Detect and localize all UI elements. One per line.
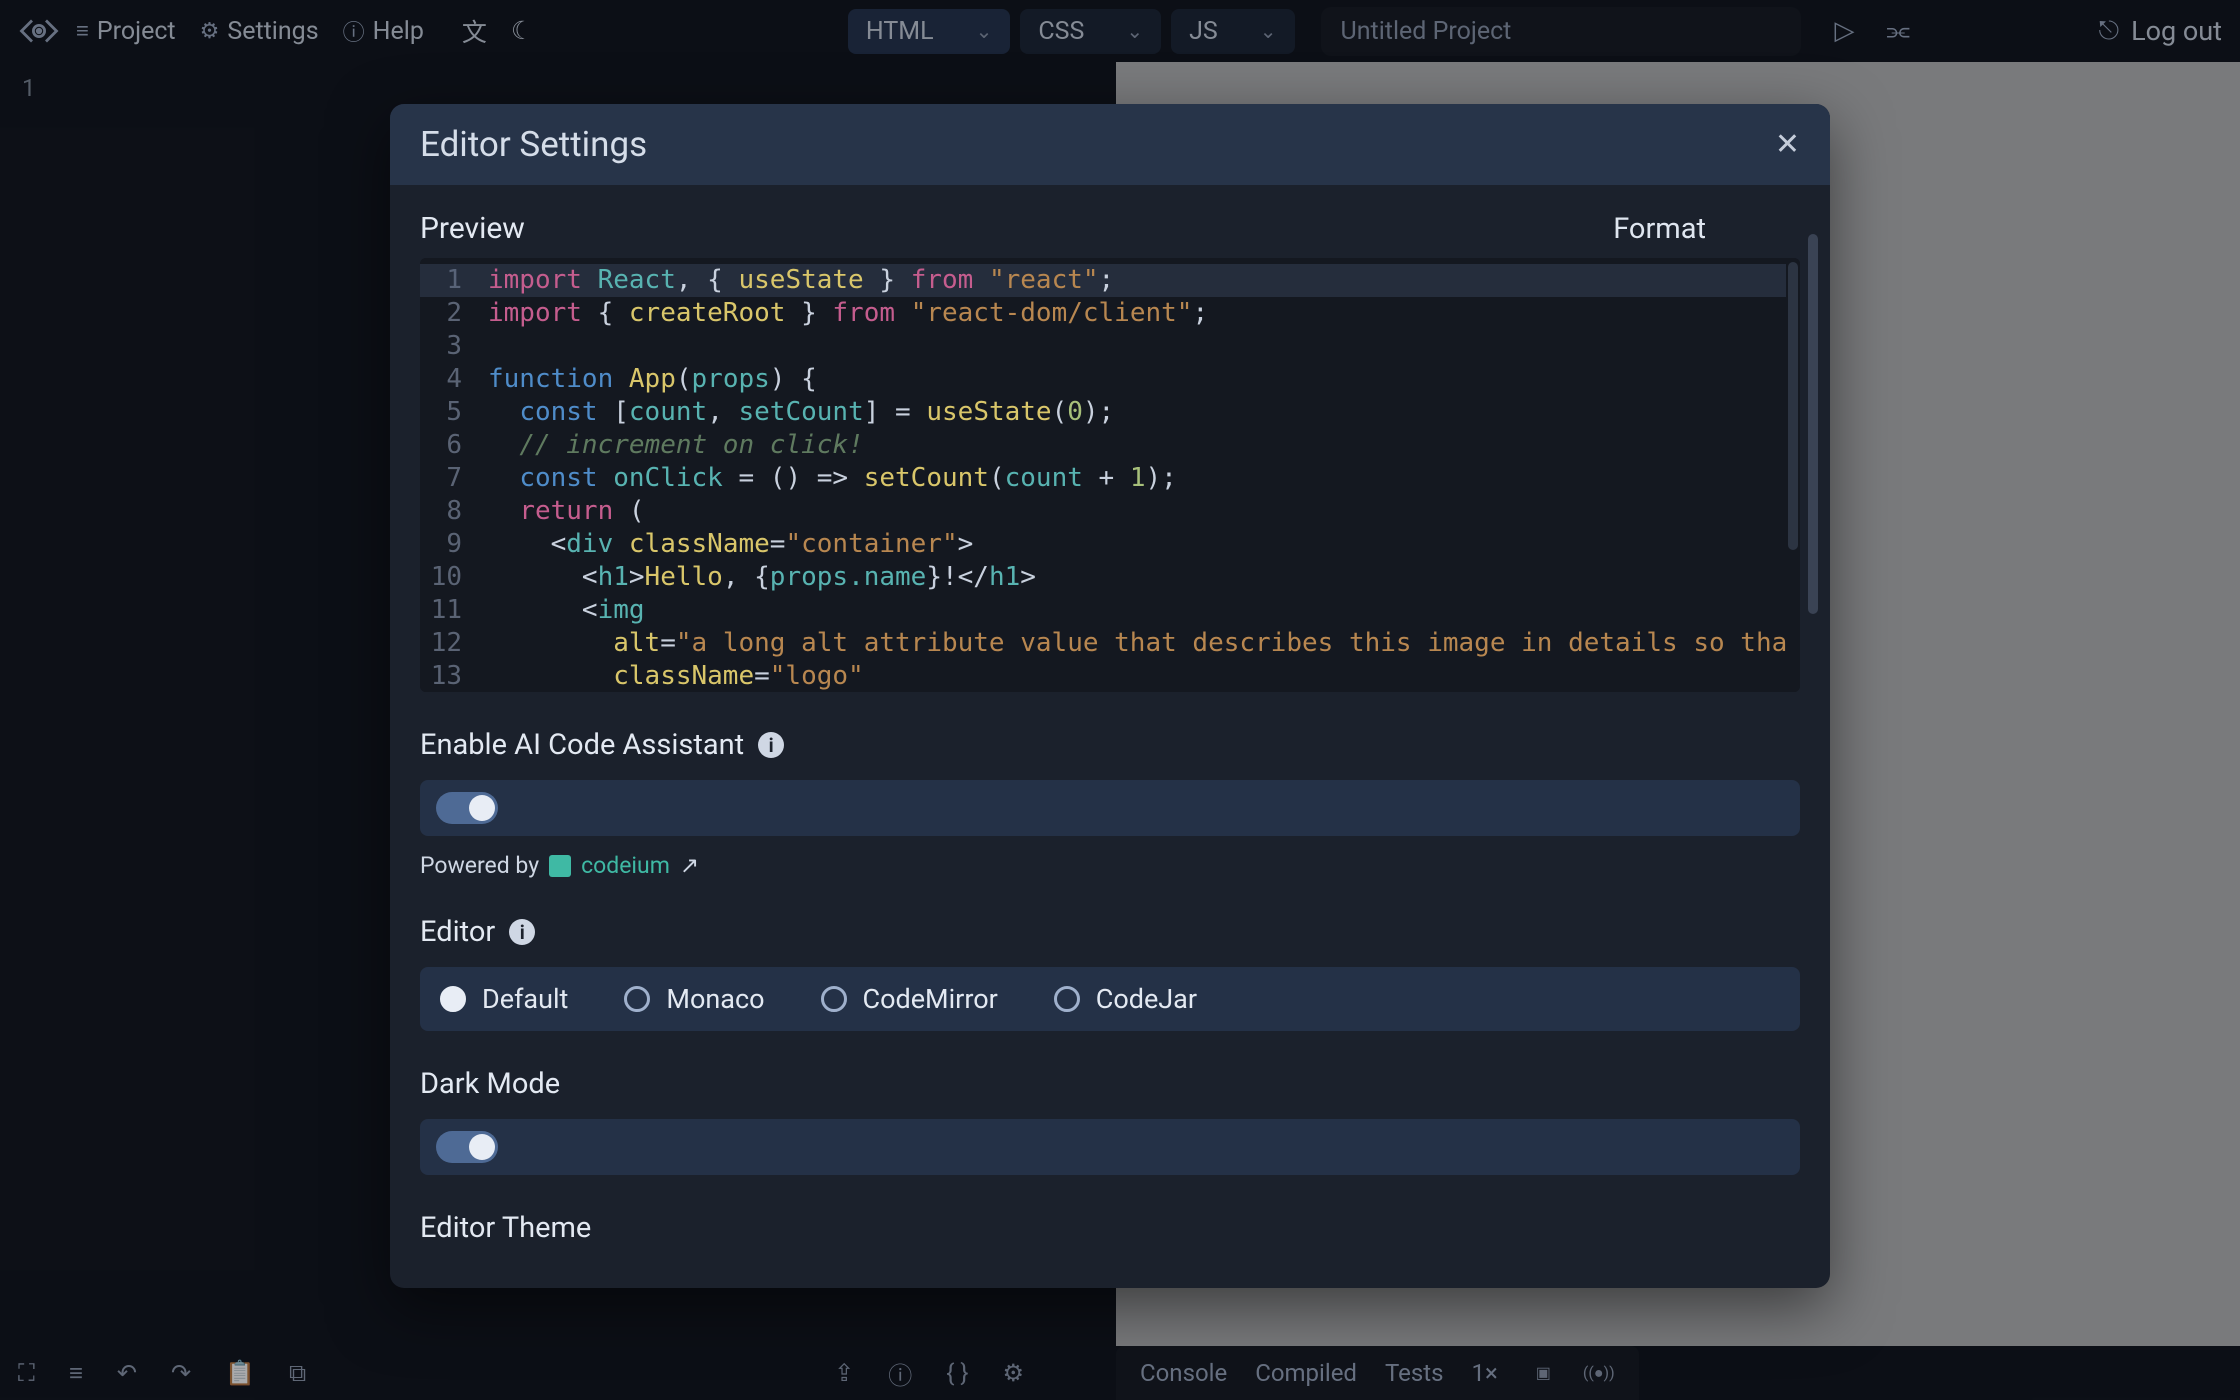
modal-header: Editor Settings ✕: [390, 104, 1830, 185]
codeium-logo-icon: [549, 855, 571, 877]
editor-radio-default[interactable]: Default: [440, 983, 568, 1015]
editor-theme-label-text: Editor Theme: [420, 1211, 591, 1245]
radio-label: Default: [482, 983, 568, 1015]
modal-body: Preview Format 12345678910111213 import …: [390, 185, 1830, 1288]
gutter-line-number: 6: [420, 429, 462, 462]
radio-button[interactable]: [624, 986, 650, 1012]
ai-assistant-label: Enable AI Code Assistant i: [420, 728, 1800, 762]
editor-settings-modal: Editor Settings ✕ Preview Format 12 34567…: [390, 104, 1830, 1288]
gutter-line-number: 13: [420, 660, 462, 692]
gutter-line-number: 11: [420, 594, 462, 627]
gutter-line-number: 3: [420, 330, 462, 363]
gutter-line-number: 9: [420, 528, 462, 561]
dark-mode-label: Dark Mode: [420, 1067, 1800, 1101]
external-link-icon: ↗: [680, 852, 699, 879]
gutter-line-number: 7: [420, 462, 462, 495]
dark-mode-label-text: Dark Mode: [420, 1067, 560, 1101]
gutter-line-number: 10: [420, 561, 462, 594]
code-preview-scrollbar-thumb[interactable]: [1788, 262, 1798, 550]
code-preview-gutter: 12345678910111213: [420, 258, 476, 692]
radio-button[interactable]: [1054, 986, 1080, 1012]
ai-assistant-label-text: Enable AI Code Assistant: [420, 728, 744, 762]
modal-title: Editor Settings: [420, 124, 647, 165]
code-preview: 12345678910111213 import React, { useSta…: [420, 258, 1800, 692]
gutter-line-number: 8: [420, 495, 462, 528]
powered-by-prefix: Powered by: [420, 852, 539, 879]
radio-label: CodeMirror: [863, 983, 998, 1015]
editor-choice-label: Editor i: [420, 915, 1800, 949]
dark-mode-toggle-row: [420, 1119, 1800, 1175]
ai-assistant-toggle[interactable]: [436, 792, 498, 824]
editor-choice-radio-group: Default Monaco CodeMirror CodeJar: [420, 967, 1800, 1031]
radio-label: Monaco: [666, 983, 764, 1015]
editor-radio-codemirror[interactable]: CodeMirror: [821, 983, 998, 1015]
gutter-line-number: 5: [420, 396, 462, 429]
preview-section-label: Preview: [420, 211, 525, 246]
gutter-line-number: 12: [420, 627, 462, 660]
gutter-line-number: 2: [420, 297, 462, 330]
format-button[interactable]: Format: [1613, 212, 1706, 246]
toggle-knob: [469, 795, 495, 821]
dark-mode-toggle[interactable]: [436, 1131, 498, 1163]
radio-button[interactable]: [440, 986, 466, 1012]
modal-scrollbar-thumb[interactable]: [1808, 234, 1818, 614]
editor-radio-codejar[interactable]: CodeJar: [1054, 983, 1197, 1015]
editor-choice-label-text: Editor: [420, 915, 495, 949]
radio-label: CodeJar: [1096, 983, 1197, 1015]
info-icon[interactable]: i: [509, 919, 535, 945]
radio-button[interactable]: [821, 986, 847, 1012]
toggle-knob: [469, 1134, 495, 1160]
gutter-line-number: 4: [420, 363, 462, 396]
powered-by: Powered by codeium ↗: [420, 852, 1800, 879]
code-preview-content: import React, { useState } from "react";…: [476, 258, 1800, 692]
editor-theme-label: Editor Theme: [420, 1211, 1800, 1245]
info-icon[interactable]: i: [758, 732, 784, 758]
editor-radio-monaco[interactable]: Monaco: [624, 983, 764, 1015]
code-preview-scrollbar-track: [1786, 258, 1800, 692]
codeium-link[interactable]: codeium: [581, 852, 670, 879]
ai-assistant-toggle-row: [420, 780, 1800, 836]
close-icon[interactable]: ✕: [1775, 127, 1800, 162]
